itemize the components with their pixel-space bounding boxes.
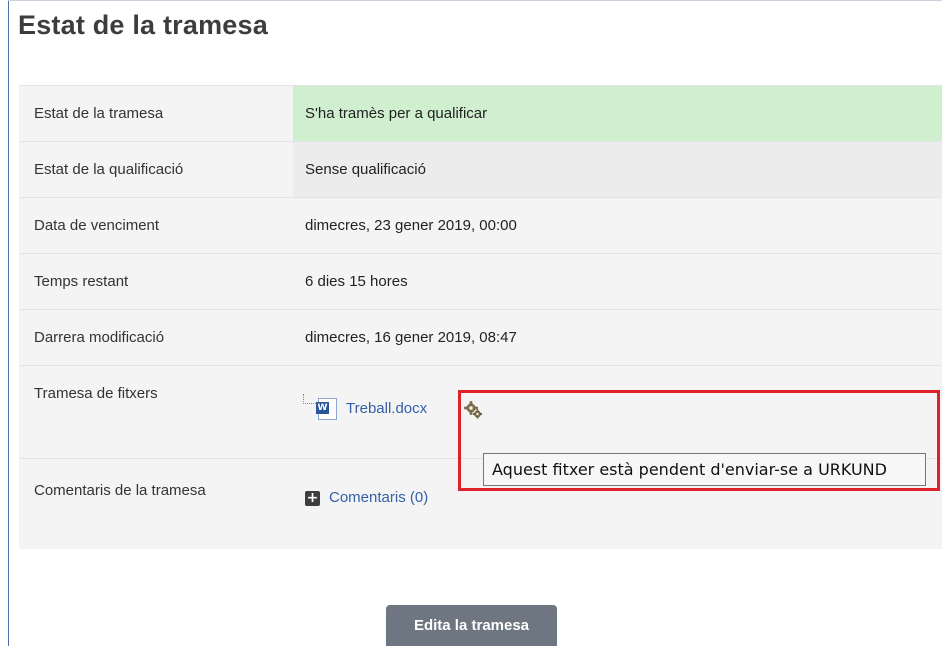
file-link[interactable]: Treball.docx bbox=[346, 400, 427, 417]
assignment-status-page: Estat de la tramesa Estat de la tramesa … bbox=[0, 0, 942, 646]
row-time-remaining: Temps restant 6 dies 15 hores bbox=[19, 253, 942, 309]
row-due-date: Data de venciment dimecres, 23 gener 201… bbox=[19, 197, 942, 253]
row-label: Comentaris de la tramesa bbox=[19, 459, 293, 549]
row-last-modified: Darrera modificació dimecres, 16 gener 2… bbox=[19, 309, 942, 365]
tooltip: Aquest fitxer està pendent d'enviar-se a… bbox=[483, 453, 926, 486]
row-label: Data de venciment bbox=[19, 198, 293, 253]
row-label: Estat de la qualificació bbox=[19, 142, 293, 197]
plus-square-icon[interactable]: + bbox=[305, 491, 320, 506]
row-label: Temps restant bbox=[19, 254, 293, 309]
grading-status-value: Sense qualificació bbox=[293, 142, 942, 197]
submission-status-value: S'ha tramès per a qualificar bbox=[293, 86, 942, 141]
top-border bbox=[8, 0, 942, 1]
row-file-submissions: Tramesa de fitxers W Treball.docx bbox=[19, 365, 942, 458]
gear-icon[interactable] bbox=[463, 400, 483, 420]
comments-link[interactable]: Comentaris (0) bbox=[329, 489, 428, 506]
row-grading-status: Estat de la qualificació Sense qualifica… bbox=[19, 141, 942, 197]
time-remaining-value: 6 dies 15 hores bbox=[293, 254, 942, 309]
left-border bbox=[8, 0, 9, 646]
row-label: Estat de la tramesa bbox=[19, 86, 293, 141]
last-modified-value: dimecres, 16 gener 2019, 08:47 bbox=[293, 310, 942, 365]
word-icon-letter: W bbox=[316, 402, 329, 414]
page-title: Estat de la tramesa bbox=[18, 10, 268, 40]
word-document-icon: W bbox=[316, 398, 337, 420]
edit-submission-button[interactable]: Edita la tramesa bbox=[386, 605, 557, 646]
due-date-value: dimecres, 23 gener 2019, 00:00 bbox=[293, 198, 942, 253]
row-submission-status: Estat de la tramesa S'ha tramès per a qu… bbox=[19, 85, 942, 141]
row-label: Tramesa de fitxers bbox=[19, 366, 293, 458]
row-label: Darrera modificació bbox=[19, 310, 293, 365]
file-submissions-value: W Treball.docx bbox=[293, 366, 942, 458]
